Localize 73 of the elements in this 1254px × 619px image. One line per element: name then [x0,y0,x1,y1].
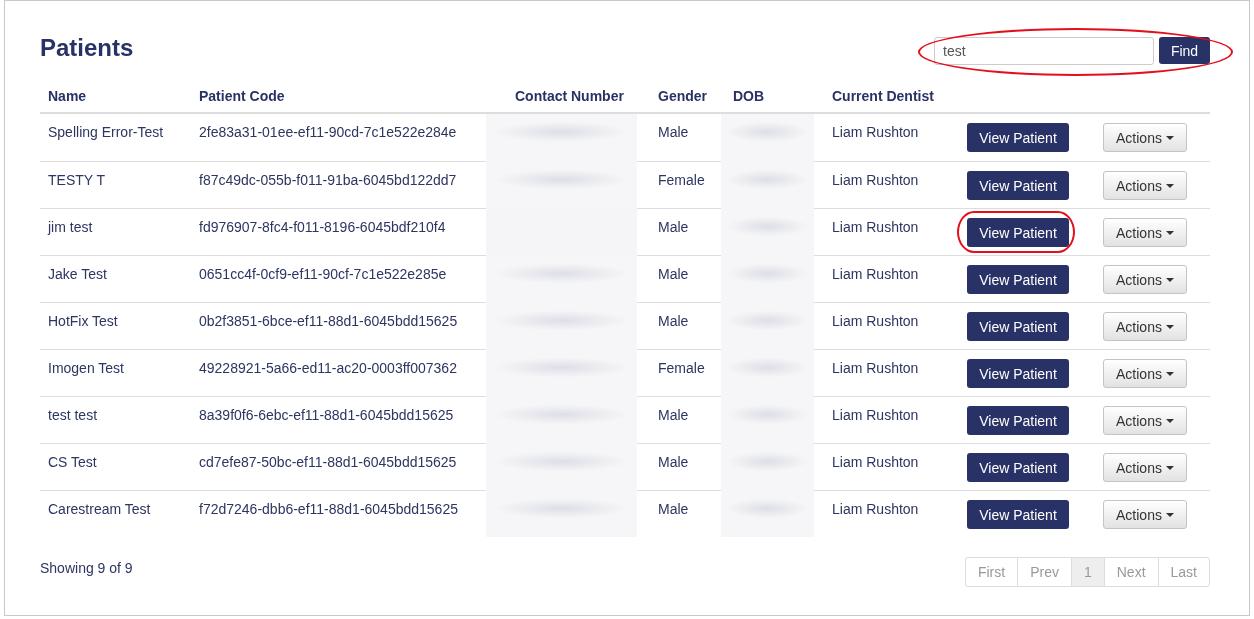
actions-button[interactable]: Actions [1103,123,1187,152]
gender-cell: Male [658,219,689,235]
results-summary: Showing 9 of 9 [40,559,133,578]
patient-code: 8a39f0f6-6ebc-ef11-88d1-6045bdd15625 [199,407,454,423]
gender-cell: Male [658,124,689,140]
caret-icon [1165,324,1174,329]
patient-name: jim test [48,219,93,235]
column-header: Gender [658,88,707,104]
view-patient-button[interactable]: View Patient [967,500,1069,529]
actions-button[interactable]: Actions [1103,500,1187,529]
dentist-name: Liam Rushton [832,172,919,188]
caret-icon [1165,277,1174,282]
patient-name: Jake Test [48,266,107,282]
patient-name: TESTY T [48,172,106,188]
gender-cell: Male [658,454,689,470]
view-patient-button[interactable]: View Patient [967,453,1069,482]
view-patient-button[interactable]: View Patient [967,406,1069,435]
column-header: Name [48,88,87,104]
gender-cell: Female [658,172,705,188]
actions-button[interactable]: Actions [1103,312,1187,341]
caret-icon [1165,183,1174,188]
view-patient-button[interactable]: View Patient [967,359,1069,388]
actions-button[interactable]: Actions [1103,453,1187,482]
column-header: Contact Number [515,88,624,104]
gender-cell: Male [658,407,689,423]
patient-code: fd976907-8fc4-f011-8196-6045bdf210f4 [199,219,446,235]
patient-code: 2fe83a31-01ee-ef11-90cd-7c1e522e284e [199,124,457,140]
patient-name: Imogen Test [48,360,124,376]
caret-icon [1165,418,1174,423]
view-patient-button[interactable]: View Patient [967,171,1069,200]
actions-button[interactable]: Actions [1103,218,1187,247]
dentist-name: Liam Rushton [832,124,919,140]
dentist-name: Liam Rushton [832,501,919,517]
patient-code: cd7efe87-50bc-ef11-88d1-6045bdd15625 [199,454,457,470]
actions-button[interactable]: Actions [1103,171,1187,200]
dentist-name: Liam Rushton [832,313,919,329]
gender-cell: Female [658,360,705,376]
gender-cell: Male [658,266,689,282]
dentist-name: Liam Rushton [832,407,919,423]
view-patient-button[interactable]: View Patient [967,123,1069,152]
dentist-name: Liam Rushton [832,360,919,376]
caret-icon [1165,135,1174,140]
patient-name: Carestream Test [48,501,151,517]
caret-icon [1165,230,1174,235]
patient-code: f87c49dc-055b-f011-91ba-6045bd122dd7 [199,172,457,188]
find-button[interactable]: Find [1159,37,1210,64]
patient-code: 0b2f3851-6bce-ef11-88d1-6045bdd15625 [199,313,458,329]
patient-name: HotFix Test [48,313,118,329]
search-field[interactable]: test [934,37,1154,65]
patient-name: CS Test [48,454,97,470]
actions-button[interactable]: Actions [1103,265,1187,294]
column-header: Current Dentist [832,88,934,104]
gender-cell: Male [658,501,689,517]
patient-name: Spelling Error-Test [48,124,164,140]
patient-code: f72d7246-dbb6-ef11-88d1-6045bdd15625 [199,501,458,517]
page-title: Patients [40,34,134,62]
view-patient-button[interactable]: View Patient [967,265,1069,294]
view-patient-button[interactable]: View Patient [967,218,1069,247]
actions-button[interactable]: Actions [1103,406,1187,435]
caret-icon [1165,465,1174,470]
dentist-name: Liam Rushton [832,266,919,282]
caret-icon [1165,512,1174,517]
patient-code: 0651cc4f-0cf9-ef11-90cf-7c1e522e285e [199,266,447,282]
column-header: Patient Code [199,88,285,104]
column-header: DOB [733,88,765,104]
caret-icon [1165,371,1174,376]
dentist-name: Liam Rushton [832,454,919,470]
actions-button[interactable]: Actions [1103,359,1187,388]
dentist-name: Liam Rushton [832,219,919,235]
view-patient-button[interactable]: View Patient [967,312,1069,341]
patient-code: 49228921-5a66-ed11-ac20-0003ff007362 [199,360,457,376]
patient-name: test test [48,407,98,423]
gender-cell: Male [658,313,689,329]
